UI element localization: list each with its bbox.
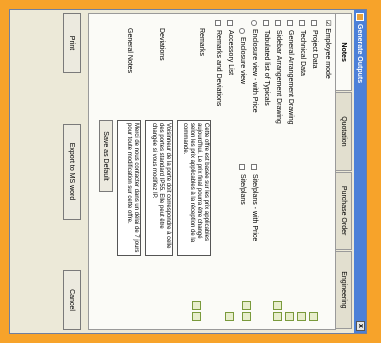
checkbox-general-arrangement[interactable]: General Arrangement Drawing <box>287 20 294 125</box>
checkbox-label: Site/plans <box>239 174 246 205</box>
radio-label: Enclosure view - with Price <box>251 29 258 113</box>
drawing-icon[interactable] <box>273 301 282 310</box>
checkbox-box[interactable] <box>215 20 222 26</box>
checkbox-label: Tabulated list of Typicals <box>263 30 270 106</box>
print-button[interactable]: Print <box>63 13 81 73</box>
checkbox-box[interactable] <box>227 20 234 26</box>
radio-button[interactable] <box>239 28 246 34</box>
remarks-label: Remarks <box>198 28 205 57</box>
close-button[interactable]: x <box>356 321 365 331</box>
tab-notes[interactable]: Notes <box>336 13 352 92</box>
checkbox-box[interactable] <box>239 164 246 170</box>
checkbox-tabulated-list[interactable]: Tabulated list of Typicals <box>263 20 270 106</box>
checkbox-sidebar-arrangement[interactable]: Sidebar Arrangement Drawing <box>275 20 282 124</box>
window-frame: Generate Outputs x Notes Quotation Purch… <box>0 0 381 343</box>
notes-panel: ☑ Employee mode Project Data Technical D… <box>88 13 336 330</box>
remarks-textarea[interactable]: Cette offre est basée sur les prix appli… <box>177 120 211 256</box>
project-data-icons <box>309 312 318 321</box>
checkbox-box[interactable] <box>275 20 282 26</box>
footer-bar: Print Export to MS word Cancel <box>60 13 84 330</box>
heading-marker: ☑ <box>324 20 331 29</box>
remarks-icons <box>192 301 201 321</box>
checkbox-remarks-deviations[interactable]: Remarks and Deviations <box>215 20 222 106</box>
document-icon[interactable] <box>192 301 201 310</box>
checkbox-label: Site/plans - with Price <box>251 174 258 242</box>
general-notes-textarea[interactable]: Merci de nous contacter dans un délai de… <box>117 120 141 256</box>
tab-purchase-order[interactable]: Purchase Order <box>336 171 352 250</box>
document-icon[interactable] <box>309 312 318 321</box>
radio-enclosure-with-price[interactable]: Enclosure view - with Price <box>251 20 258 113</box>
radio-button[interactable] <box>251 20 258 26</box>
checkbox-label: Project Data <box>311 30 318 69</box>
checkbox-label: Sidebar Arrangement Drawing <box>275 30 282 124</box>
tab-strip: Notes Quotation Purchase Order Engineeri… <box>336 13 352 330</box>
checkbox-box[interactable] <box>287 20 294 26</box>
checkbox-technical-data[interactable]: Technical Data <box>299 20 306 76</box>
title-bar[interactable]: Generate Outputs x <box>354 10 366 333</box>
document-icon[interactable] <box>225 312 234 321</box>
grid-icon[interactable] <box>273 312 282 321</box>
document-icon[interactable] <box>242 301 251 310</box>
checkbox-box[interactable] <box>251 164 258 170</box>
document-icon[interactable] <box>242 312 251 321</box>
technical-data-icons <box>297 312 306 321</box>
window-title: Generate Outputs <box>356 24 364 84</box>
general-arrangement-icons <box>285 312 294 321</box>
sidebar-arrangement-icons <box>273 301 282 321</box>
accessory-list-icons <box>225 312 234 321</box>
checkbox-label: General Arrangement Drawing <box>287 30 294 125</box>
document-icon[interactable] <box>192 312 201 321</box>
export-word-button[interactable]: Export to MS word <box>63 123 81 220</box>
checkbox-siteplans-with-price[interactable]: Site/plans - with Price <box>251 164 258 241</box>
cancel-button[interactable]: Cancel <box>63 270 81 330</box>
radio-enclosure-view[interactable]: Enclosure view <box>239 28 246 84</box>
employee-mode-label: Employee mode <box>324 28 331 79</box>
drawing-icon[interactable] <box>285 312 294 321</box>
deviations-label: Deviations <box>158 28 165 61</box>
employee-mode-heading: ☑ Employee mode <box>324 20 332 79</box>
save-as-default-button[interactable]: Save as Default <box>99 120 113 192</box>
radio-label: Enclosure view <box>239 37 246 85</box>
document-icon[interactable] <box>297 312 306 321</box>
checkbox-label: Remarks and Deviations <box>215 30 222 107</box>
checkbox-box[interactable] <box>299 20 306 26</box>
checkbox-accessory-list[interactable]: Accessory List <box>227 20 234 75</box>
checkbox-siteplans[interactable]: Site/plans <box>239 164 246 205</box>
app-icon <box>356 13 364 21</box>
checkbox-project-data[interactable]: Project Data <box>311 20 318 69</box>
tab-engineering[interactable]: Engineering <box>336 250 352 329</box>
checkbox-box[interactable] <box>263 20 270 26</box>
checkbox-label: Technical Data <box>299 30 306 76</box>
deviations-textarea[interactable]: Voisinneur de la porte doit correspondre… <box>145 120 173 256</box>
enclosure-icons <box>242 301 251 321</box>
checkbox-box[interactable] <box>311 20 318 26</box>
checkbox-label: Accessory List <box>227 30 234 76</box>
tab-quotation[interactable]: Quotation <box>336 92 352 171</box>
generate-outputs-dialog: Generate Outputs x Notes Quotation Purch… <box>9 9 367 334</box>
general-notes-label: General Notes <box>126 28 133 74</box>
